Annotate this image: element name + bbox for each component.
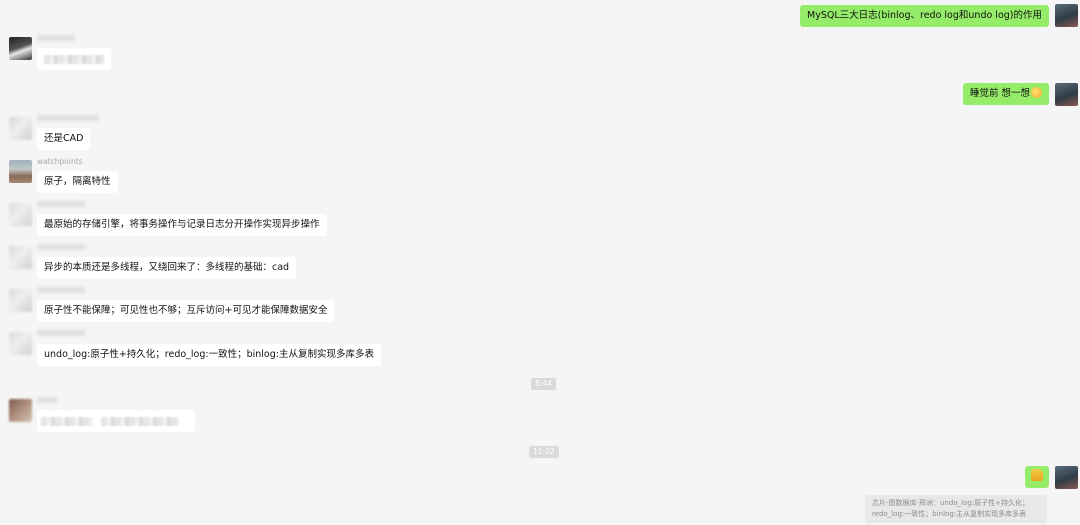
message-text: 原子性不能保障；可见性也不够；互斥访问+可见才能保障数据安全: [44, 305, 328, 316]
timestamp: 8:44: [531, 378, 556, 390]
sender-name-blurred: [37, 397, 57, 403]
message-text: undo_log:原子性+持久化；redo_log:一致性；binlog:主从复…: [44, 349, 374, 360]
blurred-content: [44, 55, 104, 64]
contact-avatar[interactable]: [9, 399, 32, 422]
sender-name: watchpoints: [37, 157, 83, 166]
contact-avatar[interactable]: [9, 203, 32, 226]
sender-name-blurred: [37, 201, 85, 207]
sender-name-blurred: [37, 330, 85, 336]
contact-avatar[interactable]: [9, 332, 32, 355]
chat-window: MySQL三大日志(binlog、redo log和undo log)的作用 睡…: [0, 0, 1080, 525]
sender-name-blurred: [37, 35, 75, 41]
message-bubble-self[interactable]: [1025, 466, 1049, 488]
contact-avatar[interactable]: [9, 246, 32, 269]
message-bubble-other[interactable]: 异步的本质还是多线程，又绕回来了：多线程的基础：cad: [37, 257, 297, 279]
message-text: 最原始的存储引擎，将事务操作与记录日志分开操作实现异步操作: [44, 219, 320, 230]
message-text: 睡觉前 想一想: [969, 88, 1030, 99]
blurred-content: [101, 417, 179, 426]
message-bubble-other[interactable]: [37, 48, 111, 70]
sender-name-blurred: [37, 287, 85, 293]
quote-line: redo_log:一致性；binlog:主从复制实现多库多表: [872, 510, 1027, 518]
quote-line: 芯片-图数据库-邢洲：undo_log:原子性+持久化；: [872, 499, 1030, 507]
thumbs-up-icon: [1031, 469, 1043, 481]
blurred-content: [41, 417, 93, 426]
timestamp: 11:02: [529, 446, 559, 458]
message-bubble-other[interactable]: [37, 410, 195, 432]
quoted-message[interactable]: 芯片-图数据库-邢洲：undo_log:原子性+持久化； redo_log:一致…: [865, 495, 1047, 523]
message-text: MySQL三大日志(binlog、redo log和undo log)的作用: [807, 10, 1042, 21]
message-bubble-self[interactable]: MySQL三大日志(binlog、redo log和undo log)的作用: [800, 5, 1049, 27]
contact-avatar[interactable]: [9, 289, 32, 312]
message-bubble-other[interactable]: undo_log:原子性+持久化；redo_log:一致性；binlog:主从复…: [37, 344, 381, 366]
self-avatar[interactable]: [1055, 4, 1078, 27]
sender-name-blurred: [37, 244, 85, 250]
message-bubble-other[interactable]: 原子性不能保障；可见性也不够；互斥访问+可见才能保障数据安全: [37, 300, 335, 322]
self-avatar[interactable]: [1055, 83, 1078, 106]
message-text: 还是CAD: [44, 133, 84, 144]
contact-avatar[interactable]: [9, 117, 32, 140]
message-bubble-other[interactable]: 原子，隔离特性: [37, 171, 118, 193]
contact-avatar[interactable]: [9, 160, 32, 183]
message-bubble-other[interactable]: 最原始的存储引擎，将事务操作与记录日志分开操作实现异步操作: [37, 214, 327, 236]
message-text: 原子，隔离特性: [44, 176, 111, 187]
message-text: 异步的本质还是多线程，又绕回来了：多线程的基础：cad: [44, 262, 290, 273]
message-bubble-other[interactable]: 还是CAD: [37, 128, 91, 150]
sender-name-blurred: [37, 115, 99, 121]
contact-avatar[interactable]: [9, 37, 32, 60]
message-bubble-self[interactable]: 睡觉前 想一想: [962, 83, 1049, 105]
self-avatar[interactable]: [1055, 466, 1078, 489]
grinning-face-icon: [1031, 87, 1042, 98]
